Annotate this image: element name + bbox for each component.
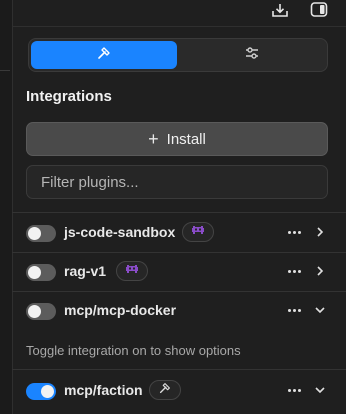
plugin-name: mcp/mcp-docker	[64, 302, 177, 318]
more-options-icon[interactable]	[284, 380, 304, 400]
hammer-icon	[96, 45, 112, 66]
chevron-right-icon[interactable]	[312, 263, 328, 279]
integrations-panel: Integrations + Install js-code-sandbox r…	[12, 0, 346, 414]
plugin-row[interactable]: mcp/faction	[12, 372, 346, 410]
plugin-row[interactable]: rag-v1	[12, 253, 346, 291]
install-label: Install	[166, 130, 206, 148]
plus-icon: +	[148, 129, 159, 149]
chevron-down-icon[interactable]	[312, 382, 328, 398]
filter-plugins-input[interactable]	[26, 165, 328, 199]
view-switcher	[28, 38, 328, 72]
more-options-icon[interactable]	[284, 261, 304, 281]
divider	[12, 212, 346, 213]
integration-hint: Toggle integration on to show options	[26, 343, 241, 358]
plugin-row[interactable]: js-code-sandbox	[12, 214, 346, 252]
alien-icon	[190, 223, 206, 241]
download-icon[interactable]	[267, 0, 293, 20]
divider	[12, 369, 346, 370]
chevron-right-icon[interactable]	[312, 224, 328, 240]
plugin-name: js-code-sandbox	[64, 224, 176, 240]
plugin-name: rag-v1	[64, 263, 107, 279]
plugin-badge	[182, 222, 214, 242]
plugin-row[interactable]: mcp/mcp-docker	[12, 292, 346, 330]
plugin-toggle[interactable]	[26, 225, 56, 242]
section-title: Integrations	[26, 88, 112, 105]
plugin-toggle[interactable]	[26, 383, 56, 400]
panel-icon[interactable]	[306, 0, 332, 20]
sliders-icon	[244, 45, 260, 66]
plugin-badge	[149, 380, 181, 400]
plugin-toggle[interactable]	[26, 264, 56, 281]
chevron-down-icon[interactable]	[312, 302, 328, 318]
plugin-badge	[116, 261, 148, 281]
install-button[interactable]: + Install	[26, 122, 328, 156]
more-options-icon[interactable]	[284, 222, 304, 242]
tab-settings[interactable]	[179, 41, 325, 69]
hammer-icon	[158, 381, 172, 400]
alien-icon	[124, 262, 140, 280]
tab-plugins[interactable]	[31, 41, 177, 69]
plugin-name: mcp/faction	[64, 382, 143, 398]
plugin-toggle[interactable]	[26, 303, 56, 320]
more-options-icon[interactable]	[284, 300, 304, 320]
top-toolbar	[12, 0, 346, 27]
left-divider	[0, 70, 10, 71]
